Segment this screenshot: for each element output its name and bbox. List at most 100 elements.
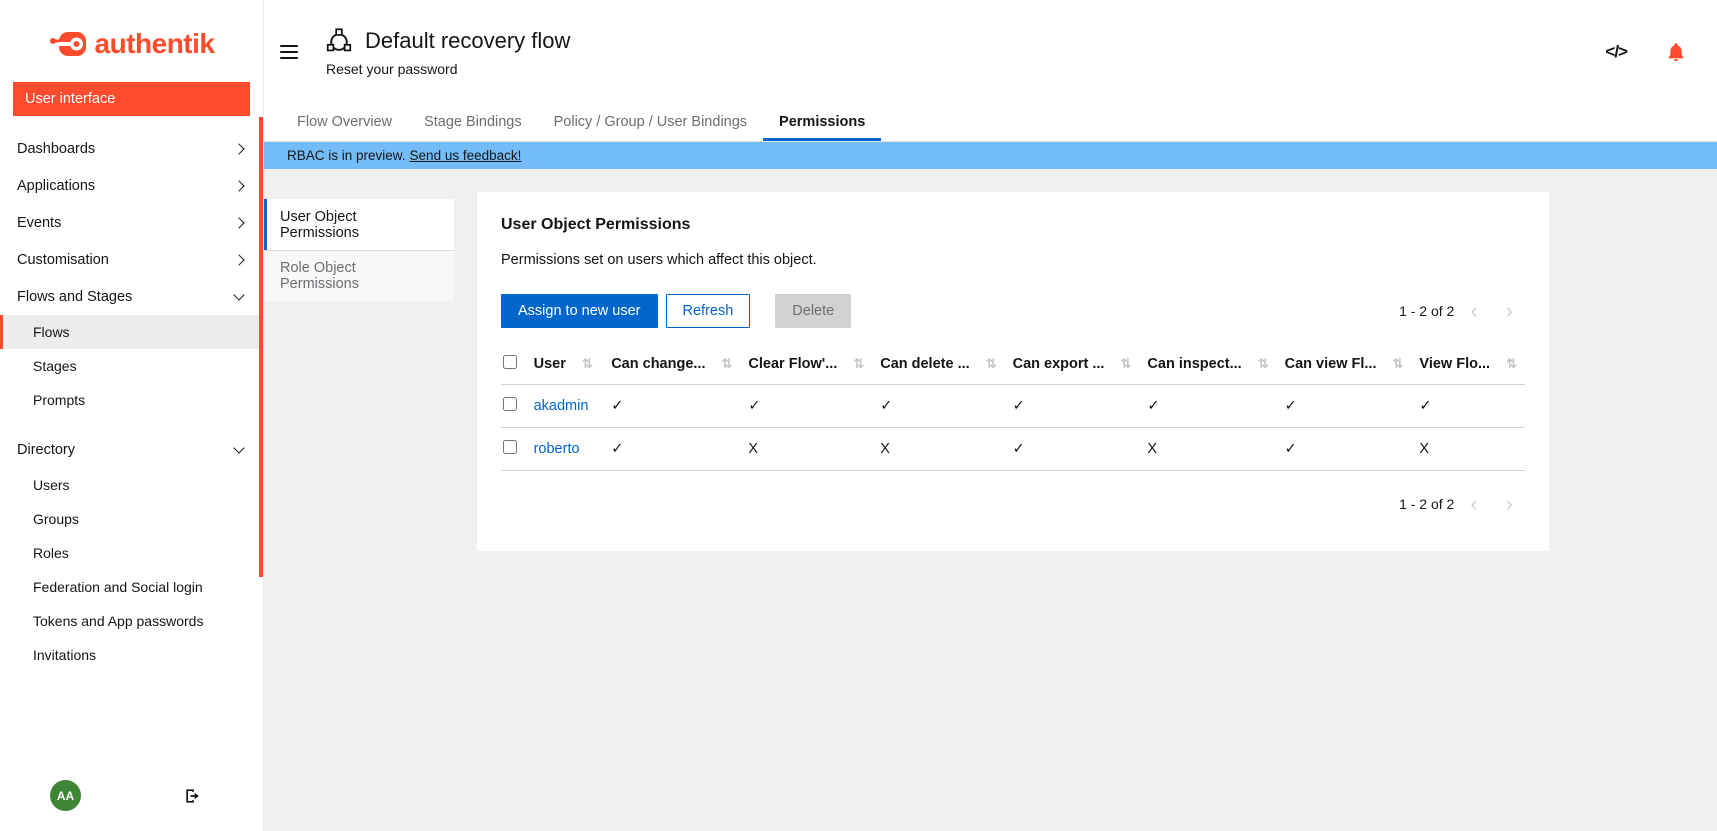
perm-value: X xyxy=(872,428,1004,471)
user-link[interactable]: akadmin xyxy=(534,398,589,414)
page-header: Default recovery flow Reset your passwor… xyxy=(264,0,1717,104)
card-description: Permissions set on users which affect th… xyxy=(501,252,1525,268)
column-header-can-view[interactable]: Can view Fl... ⇅ xyxy=(1277,344,1412,385)
pagination-top: 1 - 2 of 2 ‹ › xyxy=(1399,300,1525,322)
column-label: Can delete ... xyxy=(880,356,969,372)
preview-banner: RBAC is in preview. Send us feedback! xyxy=(264,142,1717,169)
chevron-down-icon xyxy=(233,442,244,453)
sidebar-item-customisation[interactable]: Customisation xyxy=(0,241,263,278)
column-header-view-flow[interactable]: View Flo... ⇅ xyxy=(1411,344,1525,385)
header-actions: </> xyxy=(1605,41,1687,63)
sort-icon[interactable]: ⇅ xyxy=(986,356,997,371)
table-header-row: User ⇅ Can change... ⇅ Clear Flow'... ⇅ xyxy=(501,344,1525,385)
chevron-right-icon xyxy=(233,254,244,265)
sidebar-item-users[interactable]: Users xyxy=(0,468,263,502)
tab-policy-group-user-bindings[interactable]: Policy / Group / User Bindings xyxy=(538,104,763,141)
nav-label: Applications xyxy=(17,178,95,194)
sort-icon[interactable]: ⇅ xyxy=(722,356,733,371)
chevron-down-icon xyxy=(233,289,244,300)
chevron-right-icon xyxy=(233,180,244,191)
perm-value: X xyxy=(1411,428,1525,471)
perm-value: ✓ xyxy=(1277,428,1412,471)
tab-stage-bindings[interactable]: Stage Bindings xyxy=(408,104,538,141)
sort-icon[interactable]: ⇅ xyxy=(1258,356,1269,371)
banner-text: RBAC is in preview. xyxy=(287,148,406,163)
prev-page-icon[interactable]: ‹ xyxy=(1458,300,1489,322)
pagination-label: 1 - 2 of 2 xyxy=(1399,496,1454,512)
content-area: User Object Permissions Role Object Perm… xyxy=(264,169,1717,831)
nav-label: Events xyxy=(17,215,61,231)
next-page-icon[interactable]: › xyxy=(1494,493,1525,515)
sort-icon[interactable]: ⇅ xyxy=(1506,356,1517,371)
avatar[interactable]: AA xyxy=(50,780,81,811)
menu-toggle-icon[interactable] xyxy=(280,41,298,63)
delete-button[interactable]: Delete xyxy=(775,294,851,328)
tab-flow-overview[interactable]: Flow Overview xyxy=(281,104,408,141)
column-header-can-export[interactable]: Can export ... ⇅ xyxy=(1005,344,1140,385)
nav-divider xyxy=(0,417,263,431)
perm-value: ✓ xyxy=(1277,385,1412,428)
select-all-checkbox[interactable] xyxy=(503,355,517,369)
refresh-button[interactable]: Refresh xyxy=(666,294,751,328)
column-header-can-change[interactable]: Can change... ⇅ xyxy=(603,344,740,385)
sidebar-item-flows[interactable]: Flows xyxy=(0,315,263,349)
sidebar-scrollbar[interactable] xyxy=(259,117,263,577)
notification-bell-icon[interactable] xyxy=(1665,41,1687,63)
row-checkbox[interactable] xyxy=(503,440,517,454)
user-interface-button[interactable]: User interface xyxy=(13,82,250,116)
pagination-label: 1 - 2 of 2 xyxy=(1399,303,1454,319)
user-link[interactable]: roberto xyxy=(534,441,580,457)
perm-value: X xyxy=(740,428,872,471)
assign-to-new-user-button[interactable]: Assign to new user xyxy=(501,294,658,328)
column-header-user[interactable]: User ⇅ xyxy=(526,344,604,385)
tab-permissions[interactable]: Permissions xyxy=(763,104,881,141)
sort-icon[interactable]: ⇅ xyxy=(853,356,864,371)
perm-value: ✓ xyxy=(1005,428,1140,471)
column-header-can-delete[interactable]: Can delete ... ⇅ xyxy=(872,344,1004,385)
title-block: Default recovery flow Reset your passwor… xyxy=(326,28,570,77)
sort-icon[interactable]: ⇅ xyxy=(1393,356,1404,371)
sidebar-item-groups[interactable]: Groups xyxy=(0,502,263,536)
sidebar-item-invitations[interactable]: Invitations xyxy=(0,638,263,672)
sign-out-icon[interactable] xyxy=(183,786,203,806)
side-tabs: User Object Permissions Role Object Perm… xyxy=(264,199,454,301)
table-row: roberto ✓ X X ✓ X ✓ X xyxy=(501,428,1525,471)
tab-bar: Flow Overview Stage Bindings Policy / Gr… xyxy=(264,104,1717,142)
sidebar-item-dashboards[interactable]: Dashboards xyxy=(0,130,263,167)
column-label: Can change... xyxy=(611,356,705,372)
sort-icon[interactable]: ⇅ xyxy=(1121,356,1132,371)
sidebar-item-tokens[interactable]: Tokens and App passwords xyxy=(0,604,263,638)
sidebar-item-applications[interactable]: Applications xyxy=(0,167,263,204)
column-header-clear-flow[interactable]: Clear Flow'... ⇅ xyxy=(740,344,872,385)
row-checkbox[interactable] xyxy=(503,397,517,411)
side-tab-user-object-permissions[interactable]: User Object Permissions xyxy=(264,199,454,250)
permissions-card: User Object Permissions Permissions set … xyxy=(477,192,1549,551)
sidebar: authentik User interface Dashboards Appl… xyxy=(0,0,264,831)
nav-label: Flows and Stages xyxy=(17,289,132,305)
authentik-logo[interactable]: authentik xyxy=(49,28,215,60)
perm-value: ✓ xyxy=(603,428,740,471)
column-label: Can inspect... xyxy=(1147,356,1241,372)
sidebar-item-federation[interactable]: Federation and Social login xyxy=(0,570,263,604)
permissions-table: User ⇅ Can change... ⇅ Clear Flow'... ⇅ xyxy=(501,344,1525,471)
toolbar: Assign to new user Refresh Delete 1 - 2 … xyxy=(501,294,1525,328)
logo-text: authentik xyxy=(95,28,215,60)
sort-icon[interactable]: ⇅ xyxy=(582,356,593,371)
authentik-logo-icon xyxy=(49,29,89,59)
side-tab-role-object-permissions[interactable]: Role Object Permissions xyxy=(264,250,454,301)
prev-page-icon[interactable]: ‹ xyxy=(1458,493,1489,515)
sidebar-item-roles[interactable]: Roles xyxy=(0,536,263,570)
column-header-can-inspect[interactable]: Can inspect... ⇅ xyxy=(1139,344,1276,385)
api-drawer-icon[interactable]: </> xyxy=(1605,42,1627,62)
nav-label: Dashboards xyxy=(17,141,95,157)
sidebar-item-directory[interactable]: Directory xyxy=(0,431,263,468)
sidebar-item-events[interactable]: Events xyxy=(0,204,263,241)
feedback-link[interactable]: Send us feedback! xyxy=(410,148,522,163)
perm-value: ✓ xyxy=(872,385,1004,428)
sidebar-item-stages[interactable]: Stages xyxy=(0,349,263,383)
perm-value: ✓ xyxy=(740,385,872,428)
sidebar-item-prompts[interactable]: Prompts xyxy=(0,383,263,417)
sidebar-item-flows-and-stages[interactable]: Flows and Stages xyxy=(0,278,263,315)
sidebar-footer: AA xyxy=(0,768,263,831)
next-page-icon[interactable]: › xyxy=(1494,300,1525,322)
